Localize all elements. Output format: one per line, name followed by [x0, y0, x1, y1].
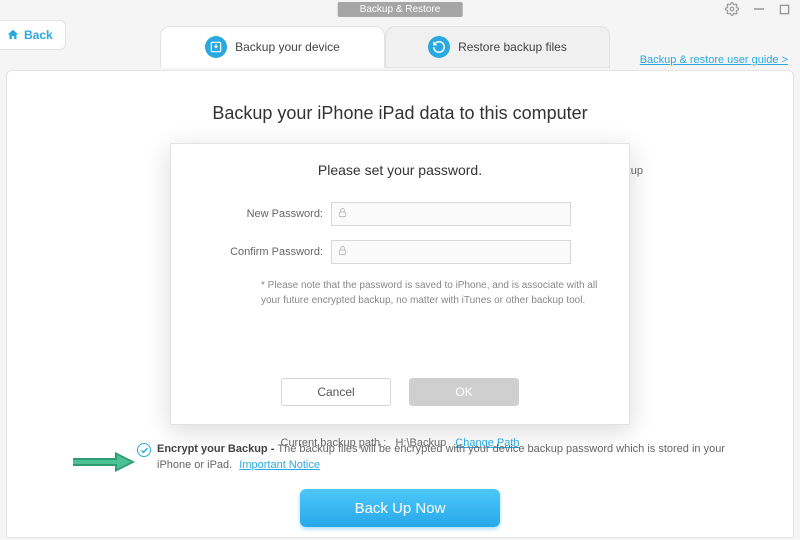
confirm-password-input[interactable]: [331, 240, 571, 264]
header: Backup your device Restore backup files …: [0, 22, 800, 70]
encrypt-title: Encrypt your Backup -: [157, 443, 277, 455]
cancel-button[interactable]: Cancel: [281, 378, 391, 406]
important-notice-link[interactable]: Important Notice: [239, 459, 320, 471]
arrow-pointer-icon: [71, 450, 137, 479]
encrypt-text: Encrypt your Backup - The backup files w…: [157, 442, 753, 473]
dialog-note: Please note that the password is saved t…: [261, 278, 599, 308]
encrypt-checkbox[interactable]: [137, 443, 151, 457]
confirm-password-label: Confirm Password:: [201, 246, 331, 258]
titlebar: Backup & Restore: [0, 0, 800, 18]
password-dialog: Please set your password. New Password: …: [170, 143, 630, 425]
tab-label: Backup your device: [235, 40, 340, 54]
lock-icon: [337, 205, 348, 223]
backup-now-button[interactable]: Back Up Now: [300, 489, 500, 527]
ok-button[interactable]: OK: [409, 378, 519, 406]
minimize-icon[interactable]: [753, 3, 765, 15]
restore-icon: [428, 36, 450, 58]
check-icon: [140, 446, 149, 455]
lock-icon: [337, 243, 348, 261]
maximize-icon[interactable]: [779, 4, 790, 15]
tab-backup-device[interactable]: Backup your device: [160, 26, 385, 68]
encrypt-row: Encrypt your Backup - The backup files w…: [137, 442, 753, 473]
new-password-input[interactable]: [331, 202, 571, 226]
dialog-title: Please set your password.: [201, 162, 599, 178]
settings-icon[interactable]: [725, 2, 739, 16]
new-password-label: New Password:: [201, 208, 331, 220]
user-guide-link[interactable]: Backup & restore user guide >: [640, 54, 788, 66]
main-panel: Backup your iPhone iPad data to this com…: [6, 70, 794, 538]
window-title: Backup & Restore: [338, 2, 463, 17]
tab-label: Restore backup files: [458, 40, 567, 54]
page-title: Backup your iPhone iPad data to this com…: [7, 103, 793, 124]
backup-icon: [205, 36, 227, 58]
tab-restore-files[interactable]: Restore backup files: [385, 26, 610, 68]
